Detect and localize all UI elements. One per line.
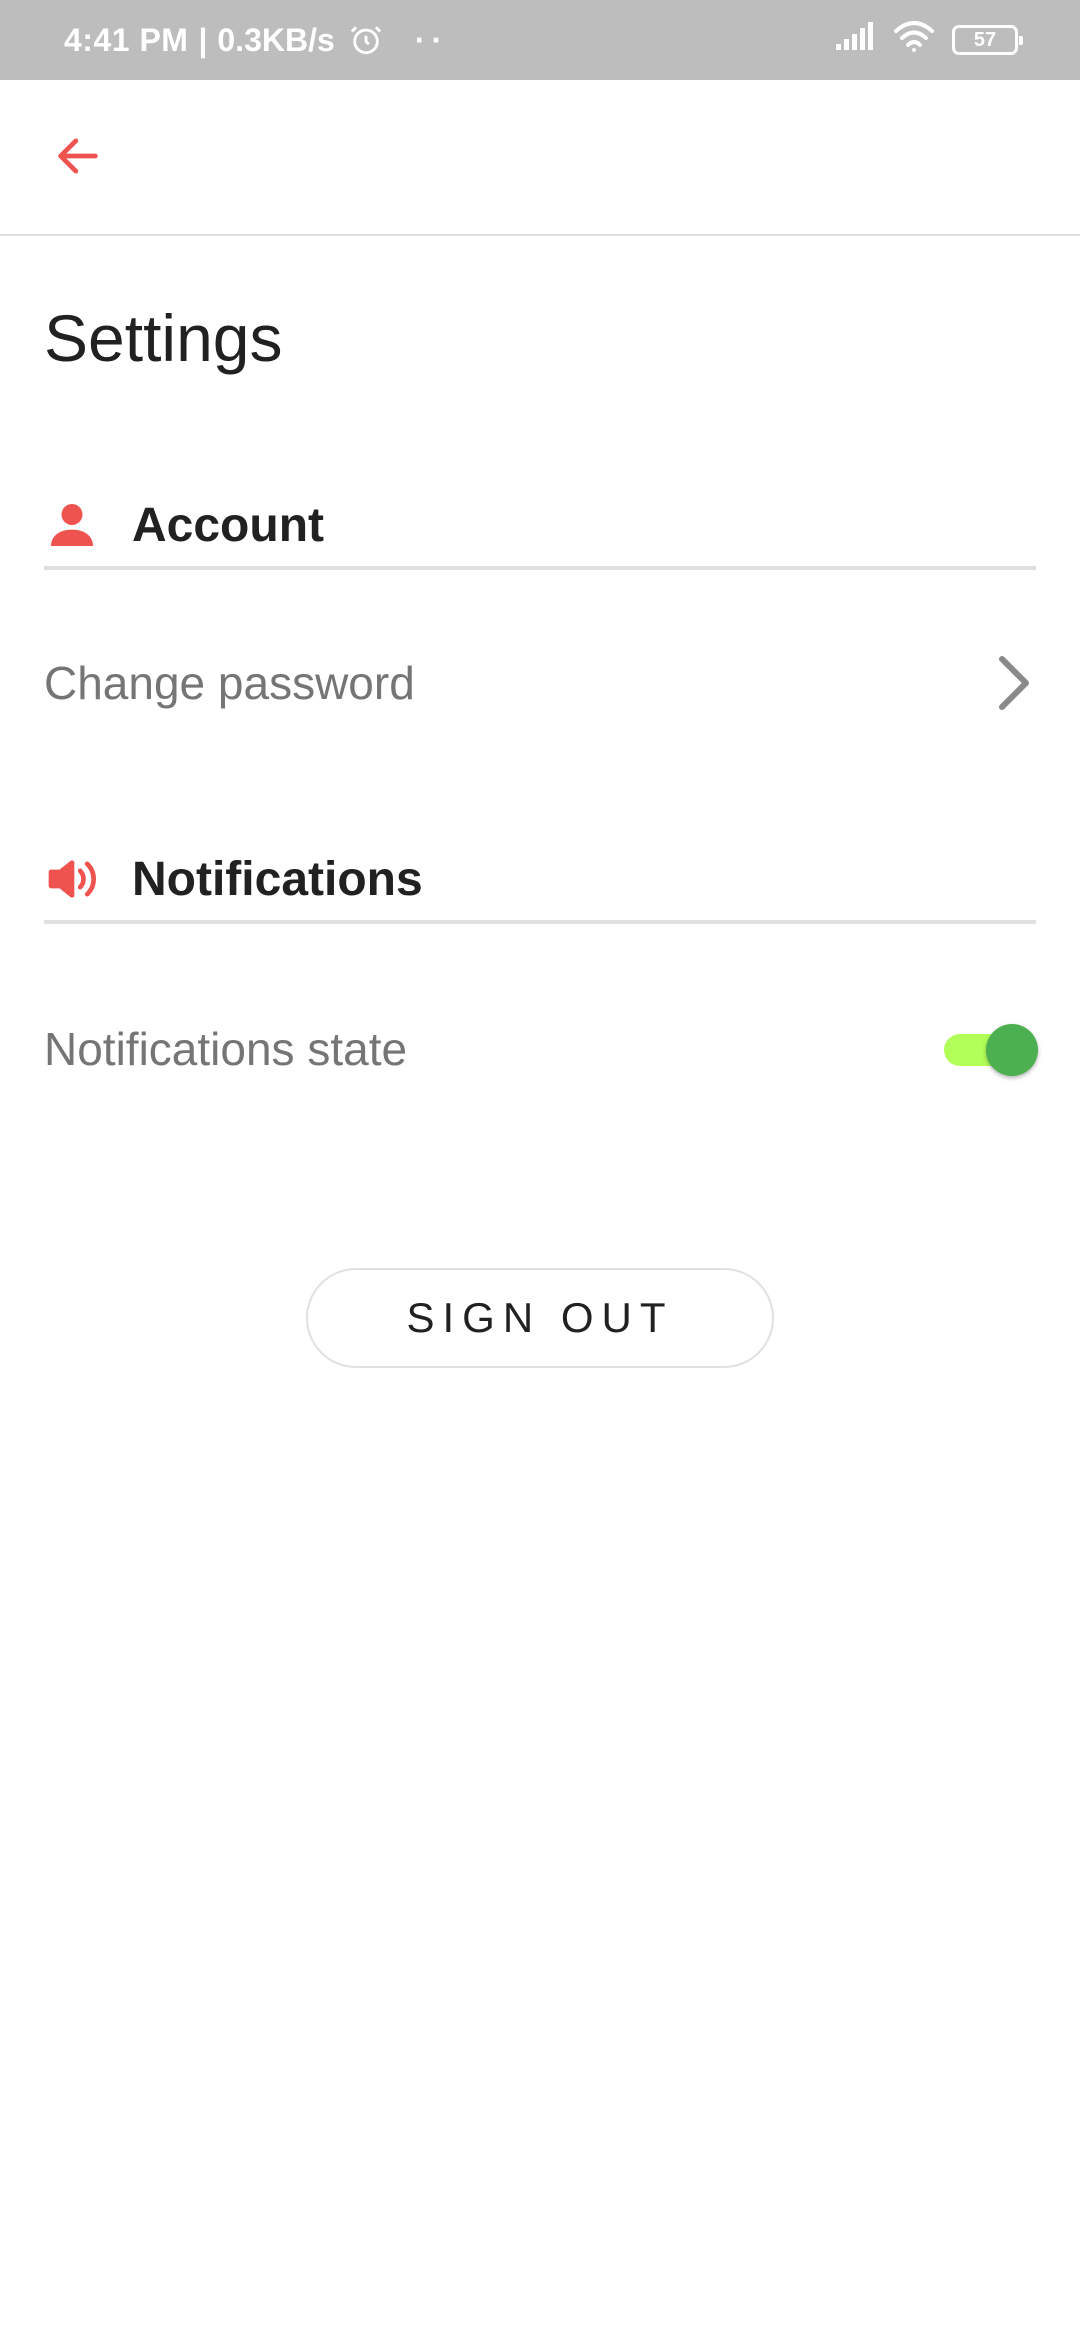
- wifi-icon: [892, 19, 936, 61]
- network-speed: 0.3KB/s: [217, 21, 335, 58]
- notifications-toggle[interactable]: [944, 1024, 1038, 1076]
- arrow-back-icon: [52, 130, 104, 187]
- status-left: 4:41 PM | 0.3KB/s ··: [64, 22, 448, 59]
- notifications-state-label: Notifications state: [44, 1023, 408, 1075]
- app-bar: [0, 80, 1080, 236]
- section-title-notifications: Notifications: [132, 852, 423, 906]
- toggle-thumb: [986, 1024, 1038, 1076]
- alarm-icon: [349, 23, 383, 57]
- sign-out-button[interactable]: SIGN OUT: [306, 1268, 774, 1368]
- section-header-notifications: Notifications: [44, 838, 1036, 924]
- page-title: Settings: [44, 301, 283, 375]
- status-separator: |: [198, 21, 208, 58]
- status-bar: 4:41 PM | 0.3KB/s ·· 57: [0, 0, 1080, 80]
- section-header-account: Account: [44, 484, 1036, 570]
- speaker-icon: [44, 851, 100, 907]
- battery-level: 57: [973, 28, 997, 51]
- change-password-row[interactable]: Change password: [44, 628, 1036, 738]
- notifications-toggle-wrap: [944, 1024, 1038, 1076]
- status-dots: ··: [414, 21, 449, 58]
- person-icon: [44, 497, 100, 553]
- status-time: 4:41 PM: [64, 21, 189, 58]
- signal-icon: [834, 20, 876, 60]
- section-title-account: Account: [132, 498, 324, 552]
- change-password-label: Change password: [44, 657, 415, 709]
- chevron-right-icon: [992, 653, 1036, 713]
- battery-icon: 57: [952, 25, 1023, 55]
- status-right: 57: [834, 19, 1023, 61]
- back-button[interactable]: [40, 120, 116, 196]
- notifications-state-row: Notifications state: [44, 994, 1038, 1104]
